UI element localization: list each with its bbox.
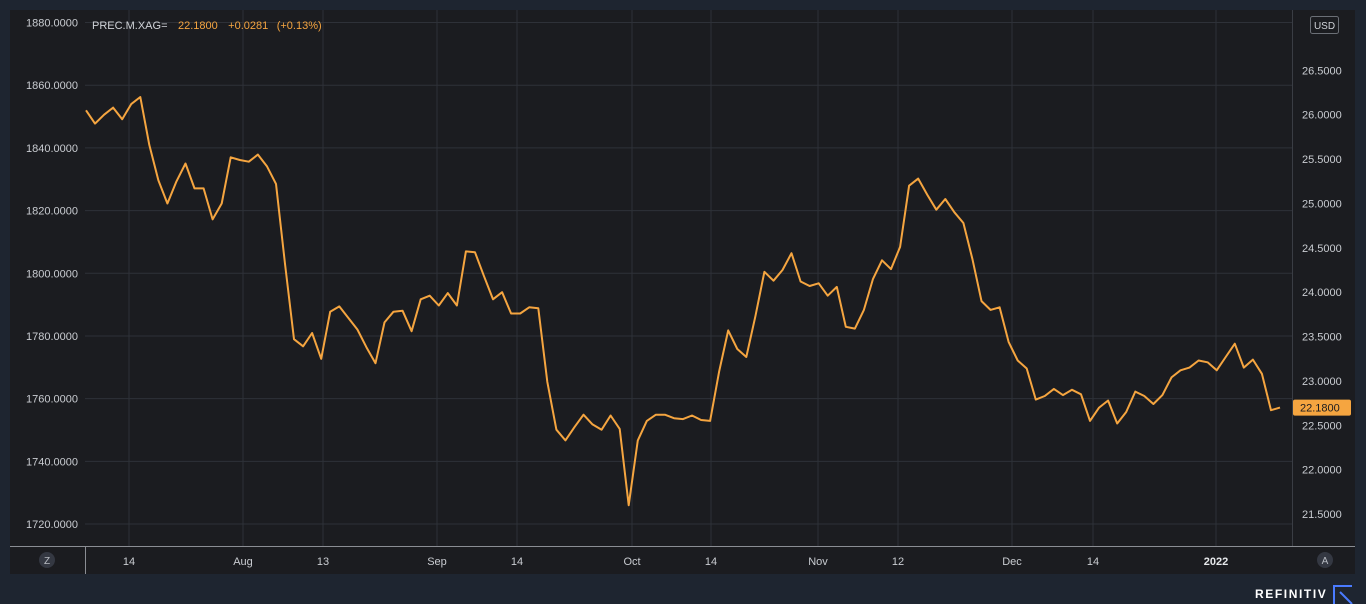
plot-background <box>10 10 1355 546</box>
right-axis-tick-label: 24.5000 <box>1302 243 1342 255</box>
left-axis-tick-label: 1780.0000 <box>26 331 78 343</box>
right-axis-tick-label: 25.0000 <box>1302 198 1342 210</box>
x-axis-tick-label: Dec <box>1002 556 1022 568</box>
right-axis-tick-label: 23.0000 <box>1302 376 1342 388</box>
left-axis-tick-label: 1820.0000 <box>26 206 78 218</box>
right-axis-tick-label: 23.5000 <box>1302 332 1342 344</box>
x-axis-tick-label: 12 <box>892 556 904 568</box>
x-axis-tick-label: Aug <box>233 556 253 568</box>
right-axis-tick-label: 26.0000 <box>1302 110 1342 122</box>
x-axis-tick-label: Nov <box>808 556 828 568</box>
left-axis-tick-label: 1740.0000 <box>26 456 78 468</box>
autoscale-button[interactable]: A <box>1317 552 1333 568</box>
currency-badge[interactable]: USD <box>1310 16 1339 34</box>
change-value: +0.0281 <box>228 20 268 32</box>
left-axis-tick-label: 1860.0000 <box>26 80 78 92</box>
last-value: 22.1800 <box>178 20 218 32</box>
brand-logo-icon <box>1333 585 1353 604</box>
left-axis-tick-label: 1760.0000 <box>26 394 78 406</box>
x-axis-tick-label: 14 <box>1087 556 1099 568</box>
zoom-button[interactable]: Z <box>39 552 55 568</box>
chart-window: 1880.0000 1860.0000 1840.0000 1820.0000 1800… <box>0 0 1366 604</box>
x-axis-tick-label: 13 <box>317 556 329 568</box>
zoom-button-label: Z <box>44 556 50 567</box>
right-axis-tick-label: 26.5000 <box>1302 65 1342 77</box>
right-axis-tick-label: 25.5000 <box>1302 154 1342 166</box>
left-axis-tick-label: 1800.0000 <box>26 268 78 280</box>
autoscale-button-label: A <box>1322 556 1329 567</box>
left-axis-tick-label: 1880.0000 <box>26 18 78 30</box>
last-price-tag: 22.1800 <box>1293 399 1351 416</box>
x-axis-tick-label: 2022 <box>1204 556 1228 568</box>
last-price-tag-label: 22.1800 <box>1300 403 1340 415</box>
left-axis-tick-label: 1840.0000 <box>26 143 78 155</box>
x-axis-tick-label: 14 <box>705 556 717 568</box>
symbol-name: PREC.M.XAG= <box>92 20 168 32</box>
change-percent: (+0.13%) <box>277 20 322 32</box>
right-axis-tick-label: 22.5000 <box>1302 420 1342 432</box>
right-axis-tick-label: 24.0000 <box>1302 287 1342 299</box>
brand-name: REFINITIV <box>1255 587 1327 601</box>
currency-badge-label: USD <box>1314 21 1335 32</box>
x-axis-tick-label: 14 <box>511 556 523 568</box>
left-axis-tick-label: 1720.0000 <box>26 519 78 531</box>
x-axis-strip <box>10 546 1355 574</box>
price-chart[interactable]: 1880.0000 1860.0000 1840.0000 1820.0000 1800… <box>0 0 1366 604</box>
x-axis-tick-label: 14 <box>123 556 135 568</box>
x-axis-tick-label: Sep <box>427 556 447 568</box>
right-axis-tick-label: 22.0000 <box>1302 465 1342 477</box>
right-axis-tick-label: 21.5000 <box>1302 509 1342 521</box>
x-axis-tick-label: Oct <box>623 556 640 568</box>
